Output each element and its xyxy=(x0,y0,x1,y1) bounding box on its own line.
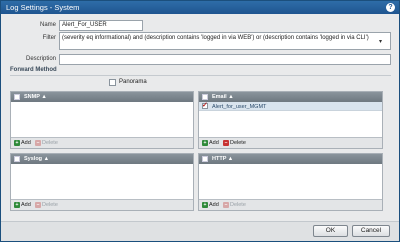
syslog-select-all-checkbox[interactable] xyxy=(14,155,20,162)
description-field[interactable] xyxy=(59,54,391,65)
name-field[interactable]: Alert_For_USER xyxy=(59,20,143,31)
snmp-title: SNMP xyxy=(24,94,40,100)
email-title: Email xyxy=(212,94,227,100)
add-icon: + xyxy=(202,140,208,146)
email-profile-link[interactable]: Alert_for_user_MGMT xyxy=(212,104,266,110)
description-label: Description xyxy=(25,56,56,62)
filter-text: (severity eq informational) and (descrip… xyxy=(62,35,369,41)
dialog-title: Log Settings - System xyxy=(6,3,80,12)
email-panel-footer: + Add – Delete xyxy=(199,137,382,148)
syslog-add-button[interactable]: + Add xyxy=(14,202,31,208)
delete-icon: – xyxy=(223,140,229,146)
add-icon: + xyxy=(14,140,20,146)
email-delete-button[interactable]: – Delete xyxy=(223,140,246,146)
ok-button[interactable]: OK xyxy=(313,225,348,237)
http-panel-footer: + Add – Delete xyxy=(199,199,382,210)
filter-label: Filter xyxy=(42,35,56,41)
syslog-title: Syslog xyxy=(24,156,43,162)
cancel-button[interactable]: Cancel xyxy=(352,225,390,237)
snmp-panel-footer: + Add – Delete xyxy=(11,137,193,148)
delete-icon: – xyxy=(35,140,41,146)
snmp-add-button[interactable]: + Add xyxy=(14,140,31,146)
email-panel-header: Email ▲ xyxy=(199,92,382,102)
snmp-panel-header: SNMP ▲ xyxy=(11,92,193,102)
syslog-panel-header: Syslog ▲ xyxy=(11,154,193,164)
panorama-checkbox[interactable] xyxy=(109,79,116,86)
forward-method-title: Forward Method xyxy=(10,67,57,73)
syslog-panel: Syslog ▲ + Add – Delete xyxy=(10,153,194,211)
http-select-all-checkbox[interactable] xyxy=(202,155,208,162)
sort-icon[interactable]: ▲ xyxy=(228,94,233,100)
email-add-button[interactable]: + Add xyxy=(202,140,219,146)
http-panel: HTTP ▲ + Add – Delete xyxy=(198,153,383,211)
snmp-delete-button[interactable]: – Delete xyxy=(35,140,58,146)
list-item[interactable]: ✓ Alert_for_user_MGMT xyxy=(199,102,382,111)
snmp-panel: SNMP ▲ + Add – Delete xyxy=(10,91,194,149)
chevron-down-icon[interactable]: ▾ xyxy=(379,38,382,45)
add-icon: + xyxy=(14,202,20,208)
delete-icon: – xyxy=(35,202,41,208)
delete-icon: – xyxy=(223,202,229,208)
sort-icon[interactable]: ▲ xyxy=(41,94,46,100)
checkmark-icon: ✓ xyxy=(202,102,208,109)
email-panel: Email ▲ ✓ Alert_for_user_MGMT + Add – Dele… xyxy=(198,91,383,149)
log-settings-dialog: Log Settings - System ? Name Alert_For_U… xyxy=(0,0,400,242)
syslog-delete-button[interactable]: – Delete xyxy=(35,202,58,208)
name-label: Name xyxy=(39,22,56,28)
syslog-panel-footer: + Add – Delete xyxy=(11,199,193,210)
sort-icon[interactable]: ▲ xyxy=(228,156,233,162)
panorama-label: Panorama xyxy=(119,79,147,85)
http-delete-button[interactable]: – Delete xyxy=(223,202,246,208)
sort-icon[interactable]: ▲ xyxy=(44,156,49,162)
dialog-titlebar: Log Settings - System ? xyxy=(1,1,399,14)
filter-field[interactable]: (severity eq informational) and (descrip… xyxy=(59,32,391,50)
divider xyxy=(10,75,391,76)
email-select-all-checkbox[interactable] xyxy=(202,93,208,100)
add-icon: + xyxy=(202,202,208,208)
help-icon[interactable]: ? xyxy=(386,3,395,12)
http-title: HTTP xyxy=(212,156,227,162)
http-add-button[interactable]: + Add xyxy=(202,202,219,208)
snmp-select-all-checkbox[interactable] xyxy=(14,93,20,100)
http-panel-header: HTTP ▲ xyxy=(199,154,382,164)
